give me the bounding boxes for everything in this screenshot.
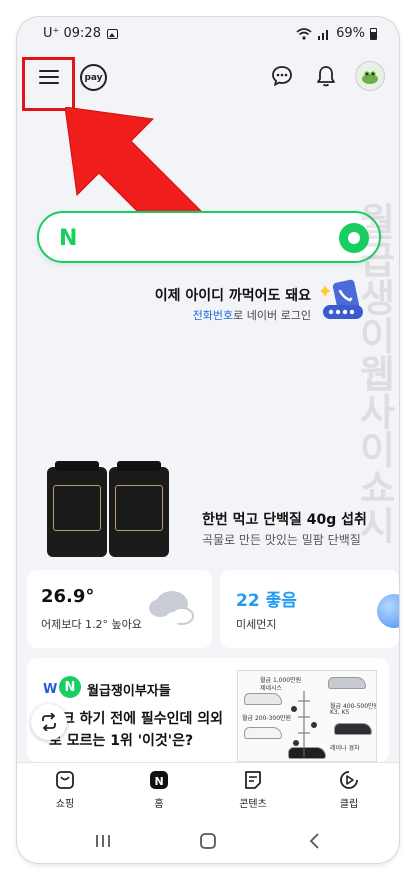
back-chevron-icon [309,833,319,849]
wifi-icon [296,27,312,40]
weather-card[interactable]: 26.9° 어제보다 1.2° 높아요 [27,570,212,648]
carrier-time: U⁺ 09:28 [43,26,101,41]
chat-button[interactable] [267,61,297,91]
battery-icon [370,27,377,40]
dust-value: 22 좋음 [236,591,297,611]
contents-icon [245,771,261,789]
chat-bubble-icon [272,66,292,87]
protein-ad[interactable]: 한번 먹고 단백질 40g 섭취 곡물로 만든 맛있는 밀팜 단백질 [37,461,387,567]
phone-number-link[interactable]: 전화번호 [193,309,233,322]
tab-label: 홈 [154,799,164,810]
ad-subtitle: 곡물로 만든 맛있는 밀팜 단백질 [202,533,361,547]
publisher-name: 월급쟁이부자들 [87,684,171,699]
thumb-text: 제네시스 [260,685,283,692]
promo-title: 이제 아이디 까먹어도 돼요 [154,288,311,304]
protein-jar-image [47,461,107,557]
tab-clip[interactable]: 클립 [319,769,379,810]
tab-label: 클립 [339,799,359,810]
home-square-icon [200,833,216,849]
image-notification-icon [106,28,118,39]
promo-subtitle: 전화번호로 네이버 로그인 [193,307,311,323]
fine-dust-card[interactable]: 22 좋음 미세먼지 [220,570,399,648]
bell-icon [317,66,335,87]
recent-apps-icon [96,835,110,847]
profile-avatar[interactable] [355,61,385,91]
naver-logo: N [59,226,78,251]
phone-login-promo[interactable]: 이제 아이디 까먹어도 돼요 전화번호로 네이버 로그인 [97,279,387,329]
refresh-arrows-icon [42,713,56,731]
shopping-bag-icon [56,771,74,789]
system-nav-bar [17,820,399,863]
promo-subtitle-rest: 로 네이버 로그인 [233,309,311,322]
status-bar: U⁺ 09:28 69% [17,17,399,51]
news-headline[interactable]: 리크 하기 전에 필수인데 의외로 모르는 1위 '이것'은? [49,708,235,752]
back-button[interactable] [303,830,327,852]
battery-percent: 69% [336,26,365,41]
svg-text:N: N [155,775,164,788]
naver-pay-button[interactable]: pay [80,64,107,91]
refresh-fab-button[interactable] [31,704,67,740]
clip-play-icon [340,771,358,789]
phone-screen: U⁺ 09:28 69% pay N 월급생이웹사이쇼시 이제 아이디 까먹어도… [17,17,399,863]
car-image [328,677,366,689]
recent-apps-button[interactable] [91,830,115,852]
protein-jar-image [109,461,169,557]
ladder-people-illustration [291,691,317,757]
dust-label: 미세먼지 [236,618,277,631]
news-thumbnail[interactable]: 월급 1,000만원 제네시스 월급 200-300만원 월급 400-500만… [237,670,377,762]
svg-text:W: W [43,682,57,697]
tab-home[interactable]: N 홈 [129,769,189,810]
news-card[interactable]: W N 월급쟁이부자들 리크 하기 전에 필수인데 의외로 모르는 1위 '이것… [27,658,389,762]
car-image [334,723,372,735]
naver-n-badge: N [59,676,81,698]
thumb-text: K3, K5 [330,709,350,716]
dust-status-icon [377,594,399,628]
home-button[interactable] [196,830,220,852]
ad-title: 한번 먹고 단백질 40g 섭취 [202,512,367,528]
tab-contents[interactable]: 콘텐츠 [223,769,283,810]
top-bar: pay [17,55,399,111]
thumb-text: 레이나 경차 [330,745,360,752]
tab-shopping[interactable]: 쇼핑 [35,769,95,810]
car-image [244,693,282,705]
menu-highlight-box [22,57,75,111]
signal-icon [318,29,329,40]
pay-label: pay [84,72,103,83]
naver-home-icon: N [150,771,168,789]
tab-label: 쇼핑 [55,799,75,810]
search-bar[interactable]: N [37,211,381,263]
cloud-icon [149,591,194,625]
avatar-image-icon [362,71,378,84]
notification-button[interactable] [311,61,341,91]
temperature: 26.9° [41,586,95,607]
bottom-tab-bar: 쇼핑 N 홈 콘텐츠 클립 [17,762,399,820]
temperature-compare: 어제보다 1.2° 높아요 [41,618,142,631]
tab-label: 콘텐츠 [239,799,267,810]
car-image [244,727,282,739]
phone-call-icon [321,279,363,319]
